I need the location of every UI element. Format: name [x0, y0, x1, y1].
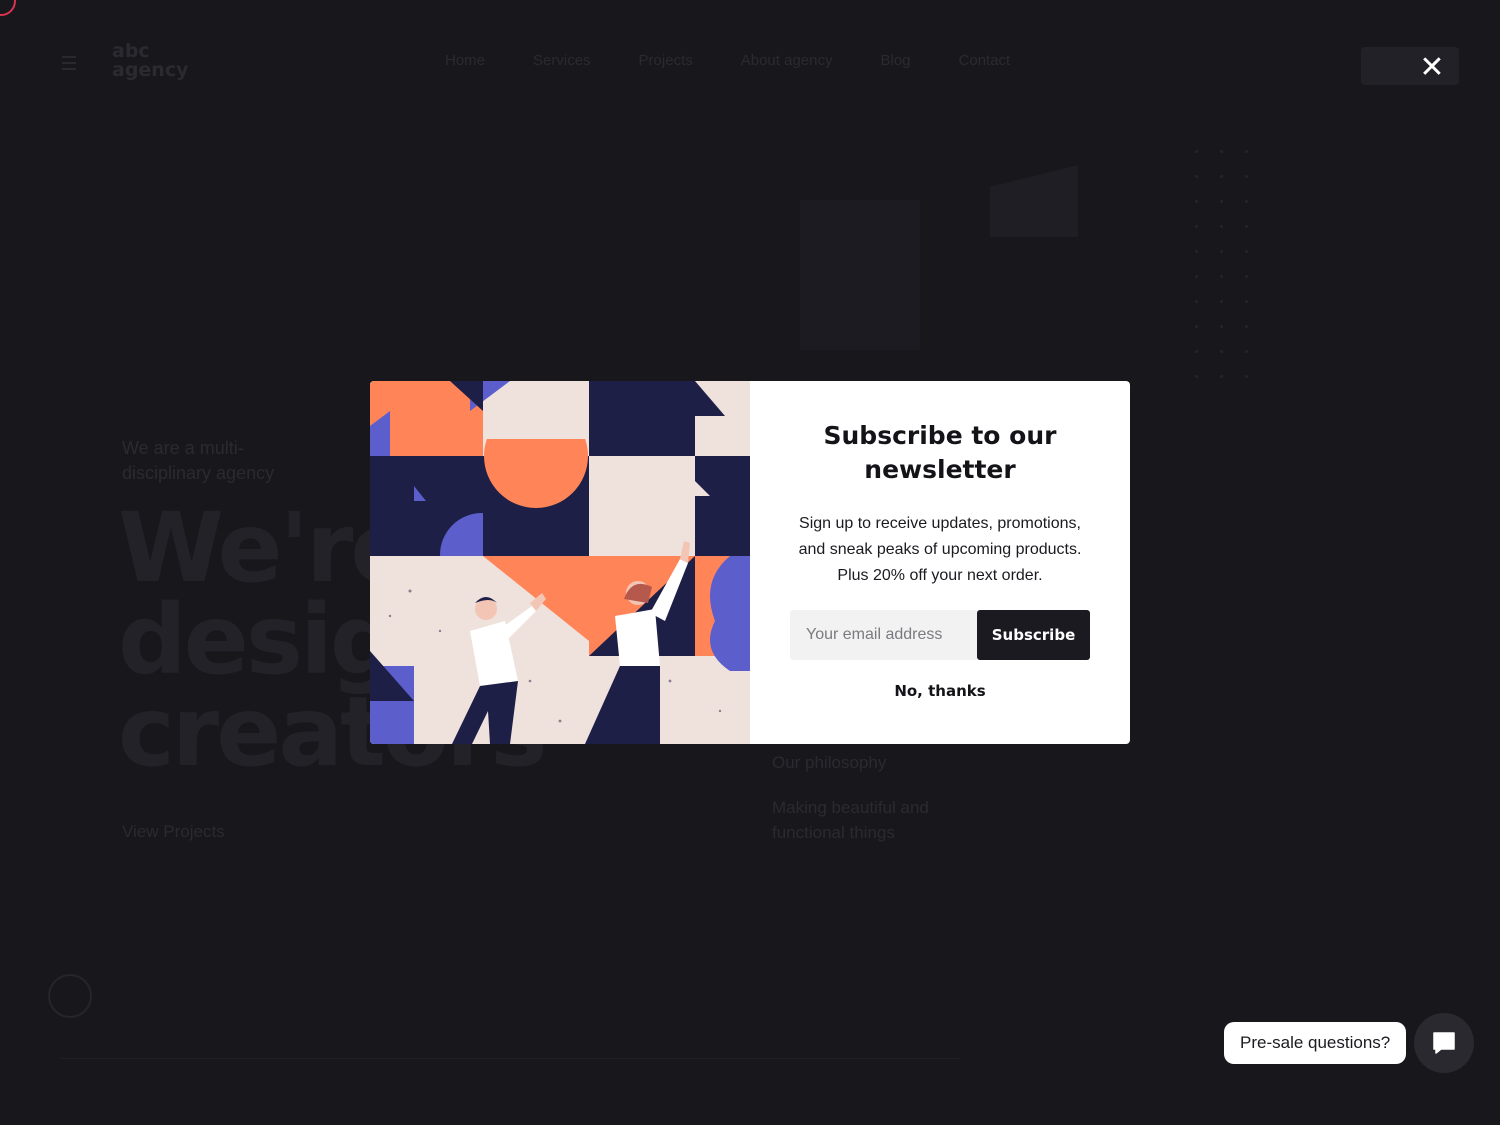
philosophy-title: Our philosophy	[772, 753, 887, 772]
hero-art-dot	[1220, 375, 1223, 378]
hero-art-dot	[1245, 150, 1248, 153]
hero-art-dot	[1195, 250, 1198, 253]
hero-art-dot	[1195, 275, 1198, 278]
newsletter-modal: Subscribe to our newsletter Sign up to r…	[370, 381, 1130, 744]
decline-button[interactable]: No, thanks	[790, 682, 1090, 700]
hero-art-dot	[1195, 225, 1198, 228]
divider	[60, 1058, 960, 1059]
site-logo: abc agency	[112, 40, 189, 81]
hero-art-dot	[1195, 325, 1198, 328]
hero-art-dot	[1220, 300, 1223, 303]
hero-art-dot	[1245, 200, 1248, 203]
hero-art-dot	[1195, 200, 1198, 203]
hero-art-dot	[1220, 325, 1223, 328]
hero-art-dot	[1245, 350, 1248, 353]
philosophy-desc: Making beautiful and functional things	[772, 798, 929, 842]
hero-link[interactable]: View Projects	[122, 822, 225, 842]
hero-art-block	[990, 165, 1078, 237]
hero-art-dot	[1245, 175, 1248, 178]
hero-art-dot	[1220, 175, 1223, 178]
hero-art-dot	[1220, 250, 1223, 253]
hero-art-dot	[1245, 225, 1248, 228]
email-field[interactable]	[790, 610, 977, 660]
hero-art-dot	[1195, 150, 1198, 153]
hero-art-dot	[1220, 225, 1223, 228]
hero-art-dot	[1195, 375, 1198, 378]
newsletter-description: Sign up to receive updates, promotions, …	[798, 515, 1082, 584]
hero-art-dot	[1245, 275, 1248, 278]
hero-art-dot	[1245, 325, 1248, 328]
hero-art-dot	[1195, 175, 1198, 178]
chat-prompt-bubble[interactable]: Pre-sale questions?	[1224, 1022, 1407, 1064]
nav-item-projects[interactable]: Projects	[639, 52, 693, 69]
menu-icon[interactable]	[62, 56, 76, 74]
newsletter-content: Subscribe to our newsletter Sign up to r…	[750, 381, 1130, 744]
hero-art-dot	[1220, 350, 1223, 353]
chat-icon	[1433, 1032, 1455, 1054]
chat-launcher-button[interactable]	[1414, 1013, 1474, 1073]
hero-art-dot	[1220, 200, 1223, 203]
hero-art-dot	[1245, 375, 1248, 378]
hero-art-dot	[1245, 250, 1248, 253]
hero-art-dot	[1220, 275, 1223, 278]
nav-item-home[interactable]: Home	[445, 52, 485, 69]
hero-art-dot	[1245, 300, 1248, 303]
nav-item-about[interactable]: About agency	[741, 52, 833, 69]
nav-item-contact[interactable]: Contact	[959, 52, 1011, 69]
nav-item-services[interactable]: Services	[533, 52, 591, 69]
cursor-indicator	[0, 0, 16, 16]
close-icon[interactable]: ✕	[1418, 53, 1446, 83]
newsletter-illustration	[370, 381, 750, 744]
hero-art-dot	[1220, 150, 1223, 153]
scroll-down-button[interactable]	[48, 974, 92, 1018]
hero-art-dot	[1195, 350, 1198, 353]
hero-art-block	[800, 200, 920, 350]
nav-item-blog[interactable]: Blog	[880, 52, 910, 69]
hero-art-dot	[1195, 300, 1198, 303]
hero-kicker: We are a multi- disciplinary agency	[122, 438, 275, 483]
subscribe-form: Subscribe	[790, 610, 1090, 660]
newsletter-title: Subscribe to our newsletter	[823, 421, 1057, 484]
main-nav: Home Services Projects About agency Blog…	[445, 52, 1010, 69]
subscribe-button[interactable]: Subscribe	[977, 610, 1090, 660]
